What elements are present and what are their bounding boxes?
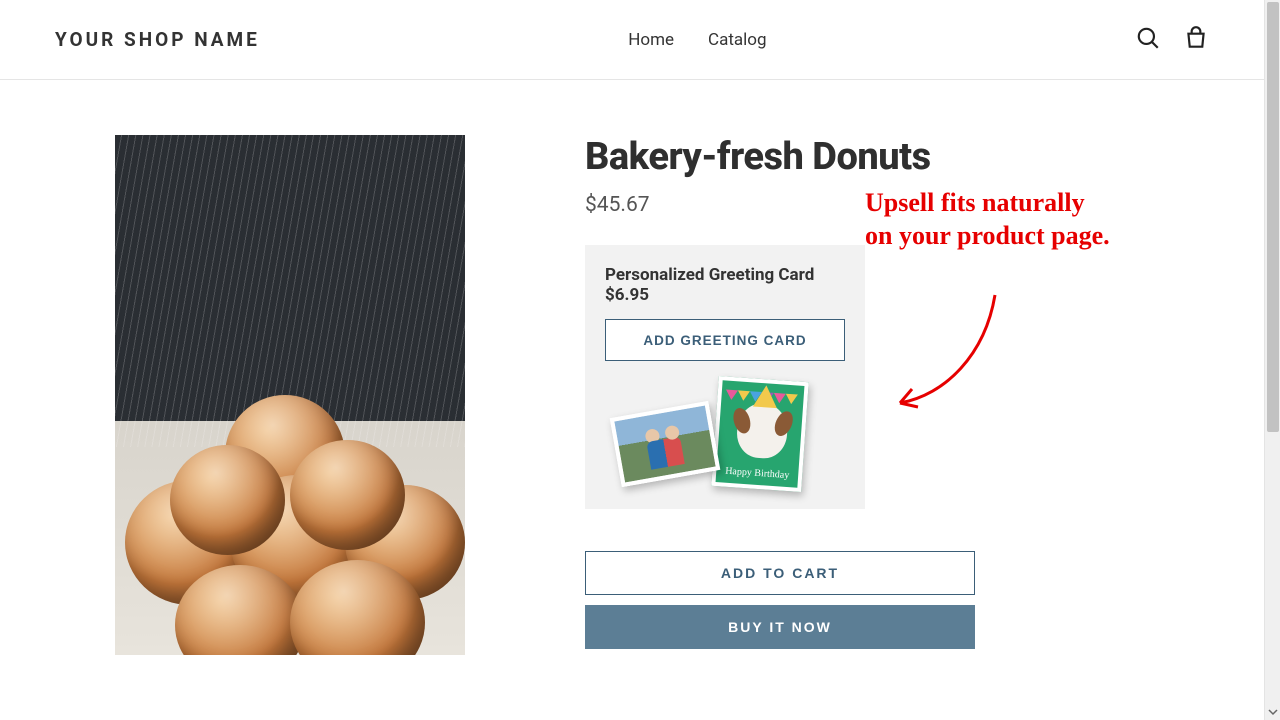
buy-it-now-button[interactable]: BUY IT NOW — [585, 605, 975, 649]
annotation-arrow-icon — [885, 285, 1005, 415]
card-caption: Happy Birthday — [716, 465, 799, 482]
upsell-image: Happy Birthday — [605, 379, 845, 489]
add-greeting-card-button[interactable]: ADD GREETING CARD — [605, 319, 845, 361]
nav-catalog[interactable]: Catalog — [708, 30, 767, 50]
add-to-cart-button[interactable]: ADD TO CART — [585, 551, 975, 595]
product-title: Bakery-fresh Donuts — [585, 135, 1209, 179]
shop-logo[interactable]: YOUR SHOP NAME — [55, 28, 260, 51]
site-header: YOUR SHOP NAME Home Catalog — [0, 0, 1264, 80]
scrollbar-thumb[interactable] — [1267, 2, 1279, 432]
cart-icon[interactable] — [1183, 25, 1209, 55]
search-icon[interactable] — [1135, 25, 1161, 55]
product-image — [115, 135, 465, 655]
scrollbar-down-icon[interactable] — [1265, 704, 1280, 720]
upsell-title: Personalized Greeting Card — [605, 265, 845, 285]
scrollbar[interactable] — [1264, 0, 1280, 720]
nav-home[interactable]: Home — [628, 30, 674, 50]
header-icons — [1135, 25, 1209, 55]
main-nav: Home Catalog — [628, 30, 766, 50]
upsell-box: Personalized Greeting Card $6.95 ADD GRE… — [585, 245, 865, 509]
annotation-text: Upsell fits naturally on your product pa… — [865, 187, 1205, 252]
upsell-price: $6.95 — [605, 285, 845, 305]
